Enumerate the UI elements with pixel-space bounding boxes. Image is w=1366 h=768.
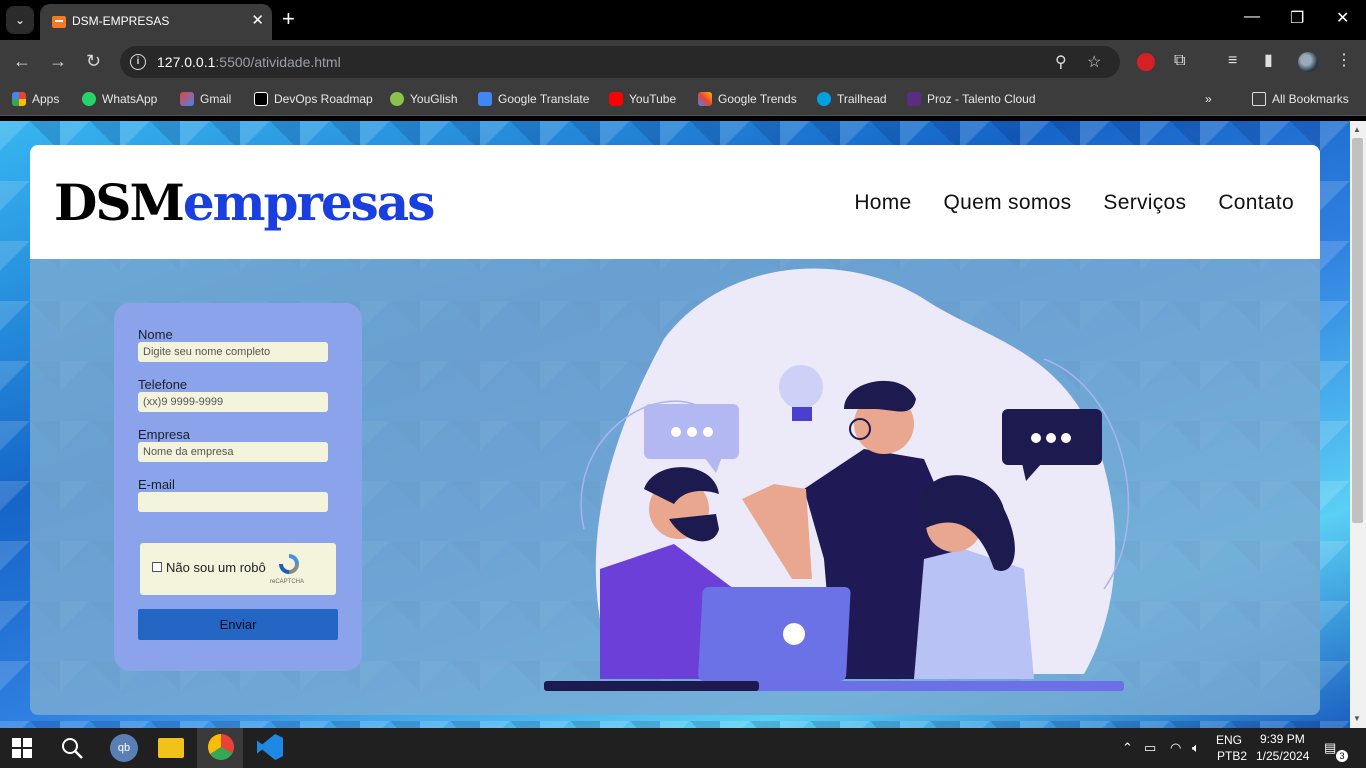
clock-time[interactable]: 9:39 PM xyxy=(1260,732,1305,746)
tab-title: DSM-EMPRESAS xyxy=(72,14,170,28)
apps-grid-icon xyxy=(12,92,26,106)
email-input[interactable] xyxy=(138,492,328,512)
menu-icon[interactable]: ⋮ xyxy=(1336,52,1352,70)
volume-icon[interactable]: 🔈︎ xyxy=(1192,740,1200,756)
team-illustration xyxy=(544,268,1130,691)
recaptcha-label: Não sou um robô xyxy=(166,560,266,575)
bookmark-star-icon[interactable]: ☆ xyxy=(1087,52,1101,72)
active-tab[interactable]: DSM-EMPRESAS ✕ xyxy=(40,4,272,40)
nav-quem-somos[interactable]: Quem somos xyxy=(944,191,1072,215)
browser-toolbar: ← → ↻ i 127.0.0.1:5500/atividade.html ⚲ … xyxy=(0,40,1366,84)
nav-servicos[interactable]: Serviços xyxy=(1103,191,1186,215)
extension-adblock-icon[interactable] xyxy=(1137,53,1155,71)
all-bookmarks-button[interactable]: All Bookmarks xyxy=(1252,92,1349,106)
battery-icon[interactable]: ▭ xyxy=(1144,740,1156,756)
site-header: DSMempresas Home Quem somos Serviços Con… xyxy=(30,145,1320,259)
whatsapp-icon xyxy=(82,92,96,106)
clock-date[interactable]: 1/25/2024 xyxy=(1256,749,1309,763)
tab-search-button[interactable]: ⌄ xyxy=(6,6,34,34)
trailhead-icon xyxy=(817,92,831,106)
keyboard-layout[interactable]: PTB2 xyxy=(1217,749,1247,763)
empresa-label: Empresa xyxy=(138,427,191,442)
bookmark-google-translate[interactable]: Google Translate xyxy=(478,92,589,106)
bookmark-devops-roadmap[interactable]: DevOps Roadmap xyxy=(254,92,373,106)
windows-start-icon[interactable] xyxy=(12,738,32,758)
bookmark-whatsapp[interactable]: WhatsApp xyxy=(82,92,157,106)
telefone-label: Telefone xyxy=(138,377,188,392)
notifications-icon[interactable]: ▤ xyxy=(1324,740,1336,756)
bookmark-youtube[interactable]: YouTube xyxy=(609,92,676,106)
recaptcha-checkbox[interactable] xyxy=(152,562,162,572)
restore-icon[interactable]: ❐ xyxy=(1290,8,1304,28)
file-explorer-icon[interactable] xyxy=(158,738,184,758)
side-panel-icon[interactable]: ▮ xyxy=(1264,52,1273,70)
more-bookmarks-icon[interactable]: » xyxy=(1205,92,1212,106)
close-tab-icon[interactable]: ✕ xyxy=(251,12,264,30)
chrome-icon[interactable] xyxy=(208,734,234,760)
back-icon[interactable]: ← xyxy=(13,50,31,72)
youtube-icon xyxy=(609,92,623,106)
trends-icon xyxy=(698,92,712,106)
close-window-icon[interactable]: ✕ xyxy=(1336,8,1349,28)
forward-icon[interactable]: → xyxy=(49,50,67,72)
nome-input[interactable] xyxy=(138,342,328,362)
contact-form: Nome Telefone Empresa E-mail Não sou um … xyxy=(114,303,362,671)
empresa-input[interactable] xyxy=(138,442,328,462)
translate-icon xyxy=(478,92,492,106)
scroll-down-icon[interactable]: ▼ xyxy=(1353,714,1361,723)
nav-contato[interactable]: Contato xyxy=(1218,191,1294,215)
page-viewport: DSMempresas Home Quem somos Serviços Con… xyxy=(0,121,1350,728)
nav-home[interactable]: Home xyxy=(854,191,911,215)
hero-section: Nome Telefone Empresa E-mail Não sou um … xyxy=(30,259,1320,715)
bookmark-trailhead[interactable]: Trailhead xyxy=(817,92,887,106)
bookmarks-bar: Apps WhatsApp Gmail DevOps Roadmap YouGl… xyxy=(0,84,1366,116)
nome-label: Nome xyxy=(138,327,173,342)
folder-icon xyxy=(1252,92,1266,106)
address-bar[interactable]: i 127.0.0.1:5500/atividade.html ⚲ ☆ xyxy=(120,46,1120,78)
proz-icon xyxy=(907,92,921,106)
youglish-icon xyxy=(390,92,404,106)
windows-taskbar: qb ⌃ ▭ ◠ 🔈︎ ENG PTB2 9:39 PM 1/25/2024 ▤… xyxy=(0,728,1366,768)
minimize-icon[interactable]: — xyxy=(1244,8,1260,26)
url-text[interactable]: 127.0.0.1:5500/atividade.html xyxy=(157,54,341,70)
media-controls-icon[interactable]: ≡ xyxy=(1228,52,1237,70)
qbittorrent-icon[interactable]: qb xyxy=(110,734,138,762)
telefone-input[interactable] xyxy=(138,392,328,412)
bookmark-google-trends[interactable]: Google Trends xyxy=(698,92,797,106)
roadmap-icon xyxy=(254,92,268,106)
wifi-icon[interactable]: ◠ xyxy=(1170,740,1181,756)
search-icon[interactable] xyxy=(60,736,84,760)
bookmark-apps[interactable]: Apps xyxy=(12,92,59,106)
reload-icon[interactable]: ↻ xyxy=(86,50,101,72)
bookmark-youglish[interactable]: YouGlish xyxy=(390,92,458,106)
bookmark-gmail[interactable]: Gmail xyxy=(180,92,231,106)
site-favicon-icon xyxy=(52,16,66,28)
new-tab-button[interactable]: + xyxy=(282,7,295,31)
site-info-icon[interactable]: i xyxy=(130,54,146,70)
main-nav: Home Quem somos Serviços Contato xyxy=(854,191,1294,215)
gmail-icon xyxy=(180,92,194,106)
zoom-icon[interactable]: ⚲ xyxy=(1055,52,1067,72)
submit-button[interactable]: Enviar xyxy=(138,609,338,640)
profile-avatar[interactable] xyxy=(1298,52,1318,72)
recaptcha-brand: reCAPTCHA xyxy=(270,579,305,585)
site-logo[interactable]: DSMempresas xyxy=(54,173,435,233)
tray-chevron-icon[interactable]: ⌃ xyxy=(1122,740,1133,756)
email-label: E-mail xyxy=(138,477,175,492)
recaptcha-logo-icon xyxy=(279,554,299,574)
scroll-up-icon[interactable]: ▲ xyxy=(1353,125,1361,134)
notification-count-badge: 3 xyxy=(1336,750,1348,762)
recaptcha-widget: Não sou um robô reCAPTCHA xyxy=(140,543,336,595)
extensions-icon[interactable]: ⧉ xyxy=(1174,52,1185,70)
keyboard-language[interactable]: ENG xyxy=(1216,733,1242,747)
tab-strip: ⌄ DSM-EMPRESAS ✕ + — ❐ ✕ xyxy=(0,0,1366,40)
bookmark-proz[interactable]: Proz - Talento Cloud xyxy=(907,92,1036,106)
scrollbar-thumb[interactable] xyxy=(1352,138,1363,523)
vscode-icon[interactable] xyxy=(257,734,283,760)
